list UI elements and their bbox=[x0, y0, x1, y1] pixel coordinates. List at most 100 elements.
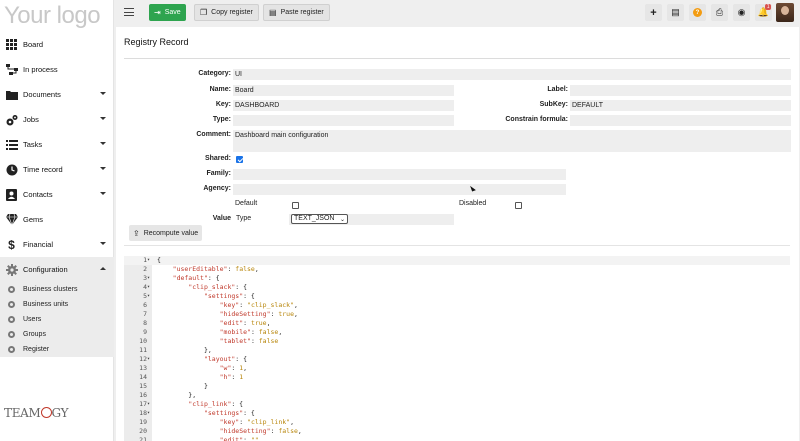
fold-toggle-icon[interactable]: ▾ bbox=[147, 256, 150, 265]
constrain-formula-field[interactable] bbox=[570, 115, 791, 126]
save-button[interactable]: ⇥ Save bbox=[149, 4, 186, 21]
hamburger-menu-icon[interactable] bbox=[124, 8, 134, 16]
sidebar-item-label: Gems bbox=[23, 215, 44, 224]
gear-icon bbox=[8, 346, 15, 353]
avatar[interactable] bbox=[776, 3, 794, 22]
family-field[interactable] bbox=[233, 169, 566, 180]
line-number: 11 bbox=[139, 346, 147, 354]
sidebar-item-configuration[interactable]: Configuration bbox=[0, 257, 114, 282]
code-line[interactable]: 13 "w": 1, bbox=[124, 364, 790, 373]
recompute-value-button[interactable]: ⇪ Recompute value bbox=[129, 225, 203, 241]
sidebar-item-label: Time record bbox=[23, 165, 63, 174]
name-field[interactable]: Board bbox=[233, 85, 454, 96]
notifications-button[interactable]: 🔔 1 bbox=[755, 4, 772, 21]
code-text: "userEditable": false, bbox=[172, 265, 259, 273]
save-button-label: Save bbox=[164, 9, 181, 16]
sidebar-item-tasks[interactable]: Tasks bbox=[0, 132, 114, 157]
print-button[interactable]: ⎙ bbox=[711, 4, 728, 21]
code-text: "key": "clip_slack", bbox=[219, 301, 298, 309]
sidebar-item-documents[interactable]: Documents bbox=[0, 82, 114, 107]
code-line[interactable]: 15 } bbox=[124, 382, 790, 391]
code-text: "edit": "" bbox=[219, 436, 259, 441]
sidebar-subitem-groups[interactable]: Groups bbox=[0, 327, 114, 342]
code-line[interactable]: 1 ▾ { bbox=[124, 256, 790, 265]
sidebar-item-label: Configuration bbox=[23, 265, 68, 274]
comment-field[interactable]: Dashboard main configuration bbox=[233, 130, 791, 152]
agency-field[interactable] bbox=[233, 184, 566, 195]
line-number: 3 bbox=[143, 274, 147, 282]
code-line[interactable]: 12 ▾ "layout": { bbox=[124, 355, 790, 364]
code-line[interactable]: 21 "edit": "" bbox=[124, 436, 790, 441]
fold-toggle-icon[interactable]: ▾ bbox=[147, 355, 150, 364]
paste-register-button[interactable]: ▤ Paste register bbox=[263, 4, 330, 21]
code-line[interactable]: 14 "h": 1 bbox=[124, 373, 790, 382]
label-field[interactable] bbox=[570, 85, 791, 96]
sidebar-item-in-process[interactable]: In process bbox=[0, 57, 114, 82]
sidebar-item-jobs[interactable]: Jobs bbox=[0, 107, 114, 132]
notification-badge: 1 bbox=[765, 4, 771, 10]
sidebar-item-time-record[interactable]: Time record bbox=[0, 157, 114, 182]
code-text: "h": 1 bbox=[219, 373, 244, 381]
sidebar-item-label: Board bbox=[23, 40, 44, 49]
shared-checkbox[interactable] bbox=[236, 156, 243, 163]
subkey-field[interactable]: DEFAULT bbox=[570, 100, 791, 111]
chevron-up-icon bbox=[100, 267, 106, 270]
sidebar-item-gems[interactable]: Gems bbox=[0, 207, 114, 232]
copy-register-button[interactable]: ❐ Copy register bbox=[194, 4, 259, 21]
line-number: 10 bbox=[139, 337, 147, 345]
line-number: 1 bbox=[143, 256, 147, 264]
sidebar-item-contacts[interactable]: Contacts bbox=[0, 182, 114, 207]
chevron-down-icon bbox=[100, 117, 106, 120]
print-icon: ⎙ bbox=[715, 7, 724, 17]
code-line[interactable]: 2 "userEditable": false, bbox=[124, 265, 790, 274]
code-line[interactable]: 5 ▾ "settings": { bbox=[124, 292, 790, 301]
registry-record-panel: Registry Record Category: UI Name: Board… bbox=[116, 27, 799, 441]
json-code-editor[interactable]: 1 ▾{2 "userEditable": false, 3 ▾ "default":… bbox=[124, 256, 790, 441]
sidebar: Your logo Board In process Documents Job… bbox=[0, 0, 114, 441]
sidebar-item-financial[interactable]: $ Financial bbox=[0, 232, 114, 257]
sidebar-subitem-business-units[interactable]: Business units bbox=[0, 297, 114, 312]
top-toolbar: ⇥ Save ❐ Copy register ▤ Paste register … bbox=[114, 0, 800, 26]
code-text: "clip_link": { bbox=[188, 400, 244, 408]
disabled-checkbox[interactable] bbox=[515, 202, 522, 209]
fold-toggle-icon[interactable]: ▾ bbox=[147, 274, 150, 283]
code-line[interactable]: 6 "key": "clip_slack", bbox=[124, 301, 790, 310]
recompute-value-label: Recompute value bbox=[143, 229, 199, 237]
notes-button[interactable]: ▤ bbox=[667, 4, 684, 21]
sidebar-item-label: Financial bbox=[23, 240, 54, 249]
sidebar-subitem-users[interactable]: Users bbox=[0, 312, 114, 327]
chevron-down-icon bbox=[100, 142, 106, 145]
code-line[interactable]: 19 "key": "clip_link", bbox=[124, 418, 790, 427]
help-button[interactable]: ? bbox=[689, 4, 706, 21]
code-line[interactable]: 17 ▾ "clip_link": { bbox=[124, 400, 790, 409]
code-line[interactable]: 10 "tablet": false bbox=[124, 337, 790, 346]
code-line[interactable]: 18 ▾ "settings": { bbox=[124, 409, 790, 418]
fold-toggle-icon[interactable]: ▾ bbox=[147, 292, 150, 301]
category-field[interactable]: UI bbox=[233, 69, 791, 80]
code-text: "default": { bbox=[172, 274, 220, 282]
code-line[interactable]: 16 }, bbox=[124, 391, 790, 400]
fold-toggle-icon[interactable]: ▾ bbox=[147, 400, 150, 409]
value-label: Value bbox=[212, 215, 231, 222]
sidebar-subitem-register[interactable]: Register bbox=[0, 342, 114, 357]
chat-button[interactable]: ◉ bbox=[733, 4, 750, 21]
type-field[interactable] bbox=[233, 115, 454, 126]
brand-logo[interactable]: Your logo bbox=[4, 2, 101, 30]
value-type-select[interactable]: TEXT_JSON ⌄ bbox=[291, 214, 348, 224]
key-field[interactable]: DASHBOARD bbox=[233, 100, 454, 111]
sidebar-subitem-business-clusters[interactable]: Business clusters bbox=[0, 282, 114, 297]
code-line[interactable]: 8 "edit": true, bbox=[124, 319, 790, 328]
fold-toggle-icon[interactable]: ▾ bbox=[147, 283, 150, 292]
page-title: Registry Record bbox=[124, 37, 189, 47]
code-line[interactable]: 4 ▾ "clip_slack": { bbox=[124, 283, 790, 292]
code-line[interactable]: 20 "hideSetting": false, bbox=[124, 427, 790, 436]
sidebar-item-board[interactable]: Board bbox=[0, 32, 114, 57]
add-button[interactable]: + bbox=[645, 4, 662, 21]
fold-toggle-icon[interactable]: ▾ bbox=[147, 409, 150, 418]
code-line[interactable]: 7 "hideSetting": true, bbox=[124, 310, 790, 319]
default-checkbox[interactable] bbox=[292, 202, 299, 209]
code-line[interactable]: 9 "mobile": false, bbox=[124, 328, 790, 337]
code-line[interactable]: 11 }, bbox=[124, 346, 790, 355]
code-line[interactable]: 3 ▾ "default": { bbox=[124, 274, 790, 283]
copy-icon: ❐ bbox=[200, 8, 208, 17]
